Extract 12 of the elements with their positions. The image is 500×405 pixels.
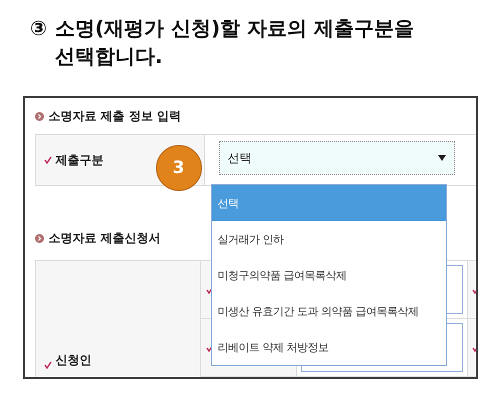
field-label: 제출구분	[56, 152, 104, 168]
bullet-icon	[34, 234, 44, 242]
submit-type-select[interactable]: 선택	[218, 141, 454, 175]
section-title: 소명자료 제출 정보 입력	[48, 108, 182, 124]
caret-icon	[438, 155, 446, 161]
slide-title: 소명(재평가 신청)할 자료의 제출구분을 선택합니다.	[54, 15, 416, 70]
step-number: ③	[30, 15, 47, 42]
section-title: 소명자료 제출신청서	[48, 230, 161, 246]
bullet-icon	[34, 112, 44, 120]
checkmark-icon	[44, 156, 52, 164]
checkmark-icon	[44, 361, 52, 369]
row-label: 신청인	[56, 352, 92, 369]
